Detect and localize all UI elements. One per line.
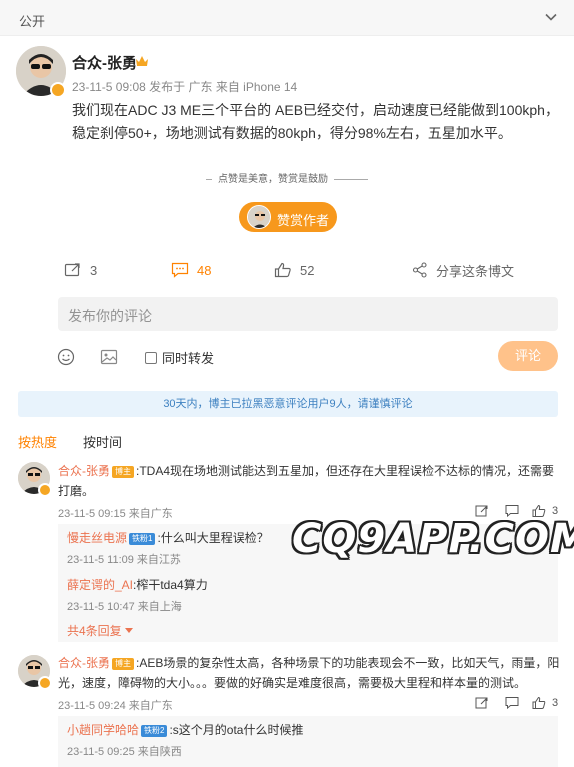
visibility-bar[interactable]: 公开	[0, 0, 574, 36]
tip-avatar	[247, 205, 271, 229]
thumbs-up-icon	[274, 262, 291, 278]
author-tag: 博主	[112, 466, 134, 478]
block-notice: 30天内，博主已拉黑恶意评论用户9人，请谨慎评论	[18, 391, 558, 417]
reply-meta: 23-11-5 10:47 来自上海	[67, 601, 182, 613]
comment-input[interactable]: 发布你的评论	[58, 297, 558, 331]
sort-tabs: 按热度 按时间	[18, 432, 122, 451]
share-button[interactable]: 分享这条博文	[412, 258, 514, 282]
reply-meta: 23-11-5 09:25 来自陕西	[67, 746, 182, 758]
reply-list: 小趟同学哈哈 铁粉2:s这个月的ota什么时候推 23-11-5 09:25 来自…	[58, 716, 558, 767]
thumbs-up-icon[interactable]	[532, 696, 546, 710]
fan-tag: 铁粉1	[129, 533, 156, 545]
comment-text: 合众-张勇 博主:TDA4现在场地测试能达到五星加，但还存在大里程误检不达标的情况…	[58, 461, 561, 501]
comment-meta: 23-11-5 09:24 来自广东	[58, 700, 173, 712]
caret-down-icon	[125, 628, 134, 633]
like-count: 52	[300, 262, 315, 278]
reply-author[interactable]: 薛定谔的_AI	[67, 578, 133, 592]
author-name[interactable]: 合众-张勇	[72, 52, 137, 73]
reply-body: :s这个月的ota什么时候推	[169, 723, 304, 737]
more-replies-label: 共4条回复	[67, 624, 122, 638]
tip-label: 赞赏作者	[277, 213, 330, 228]
reply-meta: 23-11-5 11:09 来自江苏	[67, 554, 181, 566]
emoji-icon[interactable]	[57, 348, 75, 366]
post-text: 我们现在ADC J3 ME三个平台的 AEB已经交付，启动速度已经能做到100k…	[72, 102, 559, 141]
reply-author[interactable]: 慢走丝电源	[67, 531, 127, 545]
comment-meta: 23-11-5 09:15 来自广东	[58, 508, 173, 520]
repost-checkbox-label: 同时转发	[162, 351, 215, 366]
post-actions: 3 48 52 分享这条博文	[0, 258, 574, 282]
comment-author[interactable]: 合众-张勇	[58, 656, 110, 670]
chevron-down-icon[interactable]	[544, 10, 558, 24]
tip-hint: 点赞是美意，赞赏是鼓励	[0, 170, 574, 185]
reply-text: 慢走丝电源 铁粉1:什么叫大里程误检？	[67, 529, 269, 546]
verified-badge-icon	[38, 483, 52, 497]
tab-hot[interactable]: 按热度	[18, 435, 57, 450]
tip-author-button[interactable]: 赞赏作者	[239, 202, 337, 232]
reply-author[interactable]: 小趟同学哈哈	[67, 723, 139, 737]
reply-body: :什么叫大里程误检？	[157, 531, 269, 545]
share-label: 分享这条博文	[436, 263, 515, 279]
repost-checkbox[interactable]: 同时转发	[145, 348, 214, 367]
reply-text: 薛定谔的_AI:榨干tda4算力	[67, 576, 208, 593]
repost-icon[interactable]	[475, 696, 489, 710]
comment-icon[interactable]	[505, 696, 519, 710]
more-replies-link[interactable]: 共4条回复	[67, 622, 134, 639]
watermark-text: CQ9APP.COM	[292, 516, 574, 562]
like-button[interactable]: 52	[274, 258, 314, 282]
comment-author[interactable]: 合众-张勇	[58, 464, 110, 478]
tip-hint-text: 点赞是美意，赞赏是鼓励	[218, 174, 328, 185]
verified-badge-icon	[38, 676, 52, 690]
image-icon[interactable]	[100, 348, 118, 366]
verified-badge-icon	[50, 82, 66, 98]
member-crown-icon	[136, 56, 148, 66]
comment-icon	[171, 262, 189, 278]
visibility-label: 公开	[19, 14, 46, 29]
repost-count: 3	[90, 262, 98, 278]
comment-text: 合众-张勇 博主:AEB场景的复杂性太高，各种场景下的功能表现会不一致，比如天气，…	[58, 653, 561, 693]
comment-actions: 3	[475, 696, 560, 712]
repost-button[interactable]: 3	[64, 258, 97, 282]
share-icon	[412, 262, 427, 278]
reply-body: :榨干tda4算力	[133, 578, 208, 592]
comment-like-count: 3	[552, 697, 559, 709]
comment-count: 48	[197, 262, 212, 278]
author-tag: 博主	[112, 658, 134, 670]
tab-time[interactable]: 按时间	[83, 432, 122, 451]
submit-comment-button[interactable]: 评论	[498, 341, 558, 371]
fan-tag: 铁粉2	[141, 725, 168, 737]
composer-tools: 同时转发	[0, 346, 574, 368]
checkbox-box[interactable]	[145, 351, 157, 364]
repost-icon	[64, 263, 80, 277]
reply-text: 小趟同学哈哈 铁粉2:s这个月的ota什么时候推	[67, 721, 304, 738]
post-meta: 23-11-5 09:08 发布于 广东 来自 iPhone 14	[72, 80, 298, 94]
comment-button[interactable]: 48	[171, 258, 211, 282]
